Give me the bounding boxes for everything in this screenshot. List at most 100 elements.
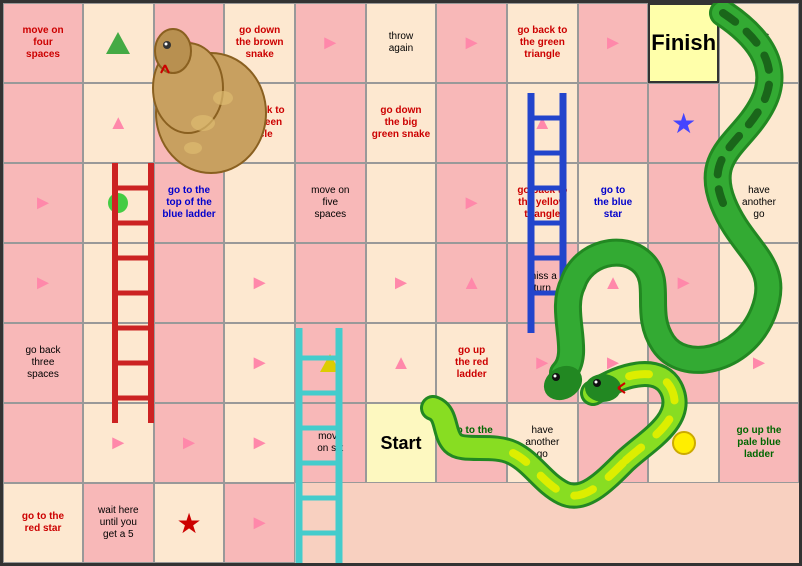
cell-r6c7: wait hereuntil youget a 5	[83, 483, 154, 563]
cell-r2c4: go to thetop of theblue ladder	[154, 163, 225, 243]
cell-r1c9	[578, 83, 649, 163]
cell-r3c6: ►	[224, 243, 295, 323]
cell-r6c1: go to theyellowcircle	[436, 403, 507, 483]
pink-arrow-icon: ►	[391, 272, 411, 295]
cell-r5c4: ►	[719, 323, 799, 403]
pink-arrow-icon: ►	[532, 352, 552, 375]
cell-r3c0: go tothe bluestar	[578, 163, 649, 243]
cell-r4c0: miss aturn	[507, 243, 578, 323]
blue-star-icon: ★	[671, 107, 696, 140]
pink-arrow-icon: ►	[462, 192, 482, 215]
cell-r6c8: ★	[154, 483, 225, 563]
cell-r2c7	[366, 163, 437, 243]
pink-arrow-icon: ►	[179, 432, 199, 455]
cell-r2c8: ►	[436, 163, 507, 243]
cell-r1c2: ▲	[83, 83, 154, 163]
cell-r1c6: go downthe biggreen snake	[366, 83, 437, 163]
cell-r2c5	[224, 163, 295, 243]
cell-r1c5	[295, 83, 366, 163]
cell-r1c7	[436, 83, 507, 163]
cell-r6c9: ►	[224, 483, 295, 563]
pink-arrow-icon: ►	[250, 352, 270, 375]
cell-r5c3	[648, 323, 719, 403]
pink-arrow-icon: ►	[603, 32, 623, 55]
cell-r2c0: ★	[648, 83, 719, 163]
pink-arrow-icon: ►	[603, 352, 623, 375]
cell-r2c1	[719, 83, 799, 163]
cell-r2c2: ►	[3, 163, 83, 243]
cell-r4c3	[719, 243, 799, 323]
pink-arrow-icon: ►	[674, 272, 694, 295]
green-circle-icon	[108, 193, 128, 213]
cell-finish: Finish	[648, 3, 719, 83]
cell-r5c8: ►	[224, 403, 295, 483]
cell-r5c9: moveon six	[295, 403, 366, 483]
pink-arrow-up-icon: ▲	[391, 352, 411, 375]
cell-r0c1	[83, 3, 154, 83]
pink-arrow-icon: ►	[108, 432, 128, 455]
cell-r1c8: ▲	[507, 83, 578, 163]
cell-r4c8	[295, 323, 366, 403]
cell-r4c4: go backthreespaces	[3, 323, 83, 403]
pink-arrow-up-icon: ▲	[603, 272, 623, 295]
cell-r0c8: ►	[578, 3, 649, 83]
pink-arrow-up-icon: ▲	[108, 112, 128, 135]
yellow-circle-icon	[672, 431, 696, 455]
cell-r3c5	[154, 243, 225, 323]
cell-r1c0: missa turn	[719, 3, 799, 83]
cell-r1c1	[3, 83, 83, 163]
cell-r4c7: ►	[224, 323, 295, 403]
cell-r2c6: move onfivespaces	[295, 163, 366, 243]
green-triangle-icon	[106, 32, 130, 54]
red-star-icon: ★	[176, 507, 201, 540]
cell-r5c2: ►	[578, 323, 649, 403]
cell-r0c5: throwagain	[366, 3, 437, 83]
pink-arrow-icon: ►	[250, 512, 270, 535]
pink-arrow-icon: ►	[33, 192, 53, 215]
yellow-triangle-icon	[320, 354, 340, 372]
cell-r5c5	[3, 403, 83, 483]
cell-r3c1	[648, 163, 719, 243]
cell-r3c3: ►	[3, 243, 83, 323]
cell-r3c2: haveanothergo	[719, 163, 799, 243]
pink-arrow-icon: ►	[179, 32, 199, 55]
cell-r5c0: go upthe redladder	[436, 323, 507, 403]
cell-r4c6	[154, 323, 225, 403]
cell-r5c6: ►	[83, 403, 154, 483]
cell-start: Start	[366, 403, 437, 483]
pink-arrow-icon: ►	[250, 272, 270, 295]
cell-r3c4	[83, 243, 154, 323]
pink-arrow-icon: ►	[462, 32, 482, 55]
cell-r0c0: move onfourspaces	[3, 3, 83, 83]
cell-r4c1: ▲	[578, 243, 649, 323]
cell-r0c4: ►	[295, 3, 366, 83]
cell-r4c5	[83, 323, 154, 403]
cell-r4c2: ►	[648, 243, 719, 323]
pink-arrow-icon: ►	[749, 352, 769, 375]
cell-r5c1: ►	[507, 323, 578, 403]
cell-r6c4	[648, 403, 719, 483]
pink-arrow-up-icon: ▲	[462, 272, 482, 295]
cell-r0c6: ►	[436, 3, 507, 83]
pink-arrow-icon: ►	[33, 272, 53, 295]
cell-r3c8: ►	[366, 243, 437, 323]
cell-r6c6: go to thered star	[3, 483, 83, 563]
cell-r2c9: go back tothe yellowtriangle	[507, 163, 578, 243]
cell-r6c2: haveanothergo	[507, 403, 578, 483]
pink-arrow-up-icon: ▲	[532, 112, 552, 135]
cell-r5c7: ►	[154, 403, 225, 483]
cell-r2c3	[83, 163, 154, 243]
cell-r3c7	[295, 243, 366, 323]
pink-arrow-icon: ►	[250, 432, 270, 455]
cell-r3c9: ▲	[436, 243, 507, 323]
finish-label: Finish	[651, 30, 716, 56]
cell-r0c3: go downthe brownsnake	[224, 3, 295, 83]
start-label: Start	[380, 433, 421, 454]
cell-r1c3: wait hereuntil youget a two	[154, 83, 225, 163]
cell-r6c3	[578, 403, 649, 483]
cell-r0c7: go back tothe greentriangle	[507, 3, 578, 83]
cell-r6c5: go up thepale blueladder	[719, 403, 799, 483]
cell-r4c9: ▲	[366, 323, 437, 403]
pink-arrow-icon: ►	[320, 32, 340, 55]
cell-r1c4: go back tothe greencircle	[224, 83, 295, 163]
